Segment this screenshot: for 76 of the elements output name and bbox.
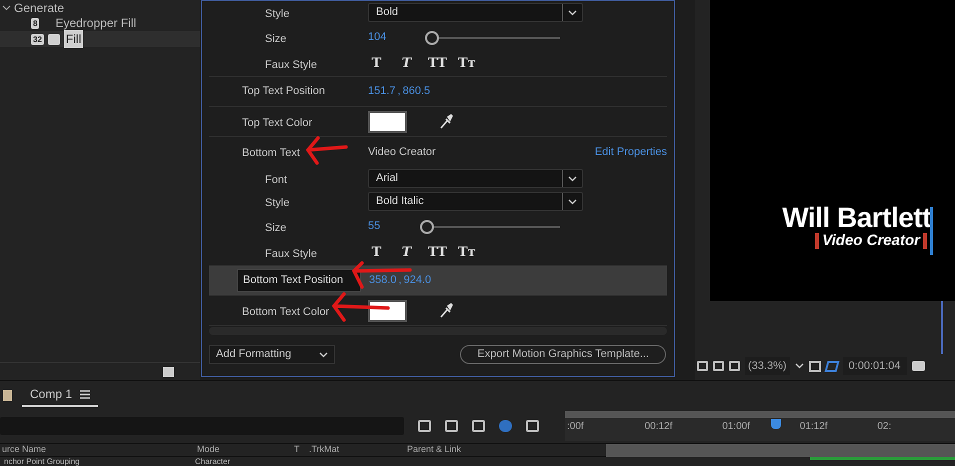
slider-track[interactable]	[420, 220, 560, 234]
faux-style-toggle[interactable]: TT	[428, 54, 445, 74]
ruler-label: 01:12f	[800, 421, 828, 432]
property-label: Top Text Position	[241, 84, 326, 100]
property-label: Size	[265, 222, 286, 234]
column-header[interactable]: urce Name	[0, 443, 195, 457]
chevron-icon[interactable]	[794, 363, 804, 369]
property-label: Faux Style	[265, 248, 317, 260]
slider-thumb[interactable]	[425, 30, 440, 44]
faux-style-toggle[interactable]: TT	[428, 242, 445, 262]
playhead-marker[interactable]	[771, 419, 781, 429]
category-label[interactable]: Generate	[14, 0, 64, 16]
text-value[interactable]: Video Creator	[368, 144, 595, 160]
chevron-icon[interactable]	[568, 176, 577, 182]
dropdown[interactable]: Arial	[368, 169, 583, 188]
export-template-button[interactable]: Export Motion Graphics Template...	[460, 345, 666, 364]
property-label: Bottom Text Position	[237, 269, 361, 292]
column-header[interactable]: Mode	[195, 443, 292, 457]
composition-color-icon	[3, 390, 12, 400]
add-formatting-dropdown[interactable]: Add Formatting	[209, 345, 335, 364]
disclosure-icon[interactable]	[2, 3, 11, 12]
slider-thumb[interactable]	[420, 220, 434, 234]
column-header[interactable]: .TrkMat	[307, 443, 405, 457]
menu-icon[interactable]	[80, 390, 90, 398]
effect-item[interactable]: Eyedropper Fill	[53, 14, 138, 32]
chevron-icon[interactable]	[568, 198, 577, 204]
time-indicator-line	[941, 301, 943, 354]
timecode-field[interactable]: 0:00:01:04	[842, 356, 907, 376]
faux-style-toggle[interactable]: Tт	[458, 54, 475, 74]
property-label: Bottom Text Color	[242, 306, 330, 318]
faux-style-toggle[interactable]: Tт	[458, 242, 475, 262]
faux-style-toggle[interactable]: T	[398, 54, 415, 74]
color-swatch[interactable]	[368, 110, 407, 132]
column-header[interactable]: Parent & Link	[405, 443, 495, 457]
layer-name[interactable]: nchor Point Grouping	[0, 457, 195, 466]
value-scrubber[interactable]: 55	[368, 218, 420, 235]
eyedropper-icon[interactable]	[439, 302, 453, 318]
ruler-label: 00:12f	[644, 421, 672, 432]
separator: ,	[398, 273, 403, 288]
dropdown[interactable]: Bold Italic	[368, 192, 583, 211]
faux-style-toggle[interactable]: T	[398, 242, 415, 262]
property-label: Style	[265, 196, 290, 208]
chevron-icon[interactable]	[319, 352, 328, 358]
property-label: Bottom Text	[242, 147, 300, 159]
faux-style-toggle[interactable]: T	[368, 54, 385, 74]
property-label: Size	[265, 32, 286, 44]
property-label: Faux Style	[265, 58, 317, 70]
chevron-icon[interactable]	[568, 10, 577, 16]
composition-tab[interactable]: Comp 1	[22, 383, 98, 407]
ruler-label: 01:00f	[722, 421, 750, 432]
bit-depth-badge: 8	[31, 18, 40, 28]
mask-path-icon[interactable]	[824, 360, 839, 372]
property-label: Font	[265, 174, 288, 186]
eyedropper-icon[interactable]	[439, 114, 453, 130]
zoom-dropdown[interactable]: (33.3%)	[745, 356, 790, 376]
position-y[interactable]: 860.5	[402, 83, 430, 100]
faux-style-toggle[interactable]: T	[368, 242, 385, 262]
position-x[interactable]: 151.7	[368, 83, 396, 100]
property-label: Style	[265, 8, 290, 20]
property-label: Top Text Color	[242, 116, 312, 128]
annotation-arrow	[304, 136, 348, 166]
mode-dropdown[interactable]: Character	[195, 457, 305, 466]
edit-properties-link[interactable]: Edit Properties	[594, 144, 667, 160]
color-swatch[interactable]	[368, 300, 407, 322]
annotation-arrow	[330, 292, 390, 322]
ruler-label: 02:	[877, 421, 892, 432]
time-ruler[interactable]: :00f 00:12f 01:00f 01:12f 02:	[565, 411, 955, 441]
title-text: Will Bartlett	[782, 203, 931, 233]
ruler-label: :00f	[567, 421, 584, 432]
column-header[interactable]: T	[292, 443, 307, 457]
separator: ,	[396, 84, 402, 100]
text-cursor	[930, 207, 933, 255]
value-scrubber[interactable]: 104	[368, 29, 420, 46]
effect-item[interactable]: Fill	[64, 30, 84, 48]
dropdown[interactable]: Bold	[368, 3, 583, 22]
bit-depth-badge: 32	[31, 34, 44, 44]
